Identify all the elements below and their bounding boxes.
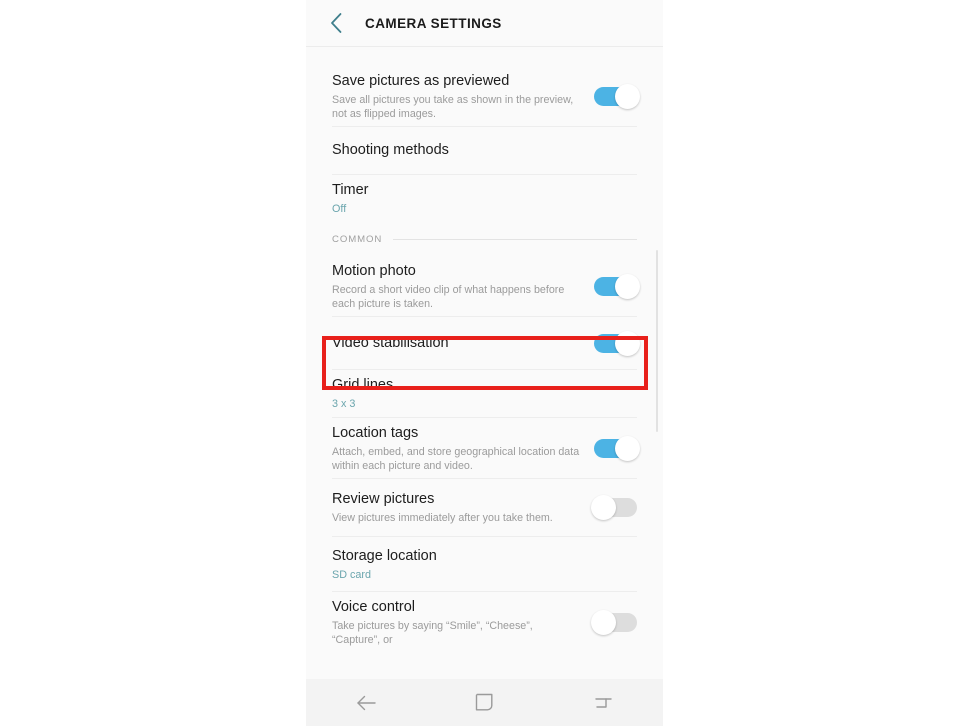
setting-title: Save pictures as previewed — [332, 72, 510, 89]
toggle-knob — [615, 273, 640, 299]
setting-title: Voice control — [332, 598, 416, 615]
row-text: Motion photo Record a short video clip o… — [332, 262, 580, 311]
setting-row-video-stabilisation[interactable]: Video stabilisation — [306, 317, 663, 369]
setting-row-timer[interactable]: Timer Off — [306, 175, 663, 222]
section-label: COMMON — [332, 233, 383, 245]
toggle-knob — [591, 495, 616, 520]
toggle-location-tags[interactable] — [594, 435, 640, 461]
back-arrow-icon[interactable] — [343, 683, 389, 723]
scrollbar-thumb[interactable] — [656, 250, 658, 432]
setting-description: Save all pictures you take as shown in t… — [332, 93, 574, 120]
toggle-video-stabilisation[interactable] — [594, 330, 640, 356]
toggle-knob — [615, 435, 640, 461]
setting-title: Motion photo — [332, 262, 416, 279]
setting-row-storage-location[interactable]: Storage location SD card — [306, 537, 663, 591]
setting-title: Location tags — [332, 424, 419, 441]
row-text: Review pictures View pictures immediatel… — [332, 490, 580, 525]
setting-row-shooting-methods[interactable]: Shooting methods — [306, 127, 663, 174]
setting-description: Take pictures by saying “Smile”, “Cheese… — [332, 619, 533, 646]
section-header-common: COMMON — [306, 222, 663, 256]
setting-title: Shooting methods — [332, 142, 449, 158]
row-text: Voice control Take pictures by saying “S… — [332, 598, 580, 647]
setting-title: Grid lines — [332, 377, 394, 393]
setting-description: Record a short video clip of what happen… — [332, 283, 565, 310]
setting-row-save-pictures-as-previewed[interactable]: Save pictures as previewed Save all pict… — [306, 66, 663, 126]
row-text: Location tags Attach, embed, and store g… — [332, 424, 580, 473]
settings-list[interactable]: Save pictures as previewed Save all pict… — [306, 47, 663, 726]
setting-row-location-tags[interactable]: Location tags Attach, embed, and store g… — [306, 418, 663, 478]
recents-icon[interactable] — [581, 683, 627, 723]
setting-row-review-pictures[interactable]: Review pictures View pictures immediatel… — [306, 479, 663, 536]
setting-description: View pictures immediately after you take… — [332, 512, 553, 524]
page-title: CAMERA SETTINGS — [365, 15, 502, 31]
app-header: CAMERA SETTINGS — [306, 0, 663, 47]
setting-row-grid-lines[interactable]: Grid lines 3 x 3 — [306, 370, 663, 417]
setting-title: Video stabilisation — [332, 334, 449, 351]
setting-row-voice-control[interactable]: Voice control Take pictures by saying “S… — [306, 592, 663, 652]
setting-value: Off — [332, 203, 347, 215]
setting-title: Review pictures — [332, 491, 435, 507]
toggle-knob — [591, 609, 616, 635]
setting-title: Storage location — [332, 547, 437, 564]
row-text: Save pictures as previewed Save all pict… — [332, 72, 580, 121]
row-text: Video stabilisation — [332, 334, 580, 353]
toggle-voice-control[interactable] — [591, 609, 637, 635]
setting-row-motion-photo[interactable]: Motion photo Record a short video clip o… — [306, 256, 663, 316]
section-rule — [393, 238, 637, 240]
list-top-gap — [306, 47, 663, 66]
setting-value: SD card — [332, 568, 372, 581]
row-text: Grid lines 3 x 3 — [332, 376, 637, 411]
toggle-knob — [615, 330, 640, 356]
toggle-knob — [615, 83, 640, 109]
toggle-motion-photo[interactable] — [594, 273, 640, 299]
toggle-review-pictures[interactable] — [591, 495, 637, 520]
chevron-left-icon[interactable] — [326, 13, 346, 33]
toggle-save-pictures-as-previewed[interactable] — [594, 83, 640, 109]
setting-value: 3 x 3 — [332, 398, 356, 410]
setting-description: Attach, embed, and store geographical lo… — [332, 445, 580, 472]
row-text: Shooting methods — [332, 141, 637, 160]
home-square-icon[interactable] — [462, 683, 508, 723]
row-text: Storage location SD card — [332, 547, 637, 582]
system-navigation-bar — [306, 679, 663, 726]
page-canvas: CAMERA SETTINGS Save pictures as preview… — [0, 0, 960, 726]
phone-screen: CAMERA SETTINGS Save pictures as preview… — [306, 0, 663, 726]
setting-title: Timer — [332, 182, 369, 198]
row-text: Timer Off — [332, 181, 637, 216]
